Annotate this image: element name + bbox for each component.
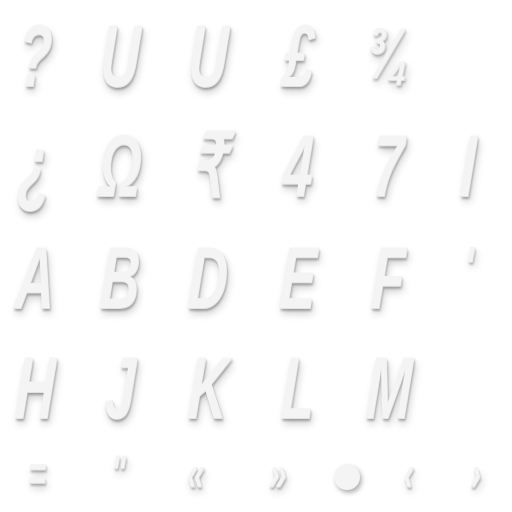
glyph-h: H	[13, 338, 57, 437]
glyph-apostrophe: '	[462, 234, 475, 301]
glyph-j: J	[102, 338, 138, 437]
glyph-bullet-dot	[334, 464, 360, 490]
glyph-sheet: ? U U £ ¾ ¿ Ω ₹ 4 7 I A B D E F ' H J K …	[0, 0, 512, 512]
glyph-i: I	[458, 116, 478, 215]
glyph-u: U	[98, 6, 142, 105]
glyph-b: B	[98, 228, 142, 327]
glyph-question-mark: ?	[16, 6, 54, 105]
glyph-l: L	[279, 338, 317, 437]
glyph-m: M	[364, 338, 415, 437]
glyph-pound-sign: £	[280, 6, 316, 105]
glyph-three-quarters: ¾	[365, 14, 412, 94]
glyph-a: A	[13, 228, 57, 327]
glyph-left-guillemet: «	[186, 445, 206, 501]
glyph-inverted-question-mark: ¿	[16, 116, 54, 215]
glyph-u: U	[186, 6, 230, 105]
glyph-k: K	[186, 338, 230, 437]
glyph-left-single-guillemet: ‹	[402, 445, 416, 501]
glyph-four: 4	[280, 116, 316, 215]
glyph-seven: 7	[370, 116, 406, 215]
glyph-f: F	[369, 228, 407, 327]
glyph-double-quote: "	[109, 445, 127, 501]
glyph-omega: Ω	[96, 116, 144, 215]
glyph-rupee-sign: ₹	[188, 116, 228, 215]
glyph-right-guillemet: »	[268, 445, 288, 501]
glyph-e: E	[277, 228, 319, 327]
glyph-right-single-guillemet: ›	[469, 445, 483, 501]
glyph-equals-sign: =	[26, 445, 48, 501]
glyph-d: D	[186, 228, 230, 327]
